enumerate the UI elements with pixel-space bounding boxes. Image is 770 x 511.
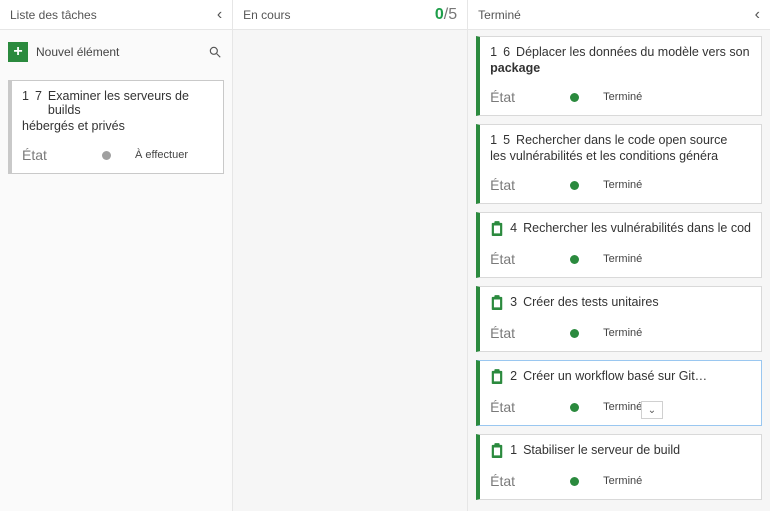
chevron-down-icon[interactable]: ⌄ <box>641 401 663 419</box>
card-index-2: 2 <box>510 369 517 383</box>
chevron-left-icon[interactable]: ‹ <box>217 6 222 24</box>
status-dot-icon <box>570 93 579 102</box>
done-cards: 1 6 Déplacer les données du modèle vers … <box>468 30 770 506</box>
task-card[interactable]: 1 6 Déplacer les données du modèle vers … <box>476 36 762 116</box>
card-index-2: 5 <box>503 133 510 147</box>
card-title: Créer un workflow basé sur Git… <box>523 369 707 383</box>
state-value: Terminé <box>603 475 642 487</box>
clipboard-icon <box>490 295 504 311</box>
card-title: Créer des tests unitaires <box>523 295 658 309</box>
state-value: Terminé <box>603 327 642 339</box>
status-dot-icon <box>570 255 579 264</box>
card-title: Examiner les serveurs de builds <box>48 89 213 117</box>
task-card[interactable]: 3 Créer des tests unitaires État Terminé <box>476 286 762 352</box>
column-todo-title: Liste des tâches <box>10 8 217 22</box>
inprogress-count: 0/5 <box>435 6 457 24</box>
card-index-2: 7 <box>35 89 42 103</box>
task-card[interactable]: 4 Rechercher les vulnérabilités dans le … <box>476 212 762 278</box>
column-inprogress-title: En cours <box>243 8 435 22</box>
task-card[interactable]: 1 Stabiliser le serveur de build État Te… <box>476 434 762 500</box>
card-title-line2: les vulnérabilités et les conditions gén… <box>490 149 751 163</box>
state-label: État <box>490 251 546 267</box>
card-index-2: 4 <box>510 221 517 235</box>
state-label: État <box>22 147 78 163</box>
card-title-line2: hébergés et privés <box>22 119 213 133</box>
column-done-header: Terminé ‹ <box>468 0 770 30</box>
task-card[interactable]: 2 Créer un workflow basé sur Git… État T… <box>476 360 762 426</box>
clipboard-icon <box>490 443 504 459</box>
card-index-1: 1 <box>490 45 497 59</box>
task-card[interactable]: 1 5 Rechercher dans le code open source … <box>476 124 762 204</box>
state-label: État <box>490 89 546 105</box>
card-title: Rechercher les vulnérabilités dans le co… <box>523 221 751 235</box>
state-value: Terminé <box>603 179 642 191</box>
column-done: Terminé ‹ 1 6 Déplacer les données du mo… <box>468 0 770 511</box>
card-index-1: 1 <box>22 89 29 103</box>
clipboard-icon <box>490 221 504 237</box>
task-card[interactable]: 1 7 Examiner les serveurs de builds hébe… <box>8 80 224 174</box>
card-title: Déplacer les données du modèle vers son <box>516 45 749 59</box>
state-value: Terminé <box>603 253 642 265</box>
column-done-title: Terminé <box>478 8 755 22</box>
status-dot-icon <box>570 477 579 486</box>
todo-cards: 1 7 Examiner les serveurs de builds hébe… <box>0 74 232 180</box>
state-value: Terminé <box>603 401 642 413</box>
status-dot-icon <box>102 151 111 160</box>
column-inprogress: En cours 0/5 <box>233 0 468 511</box>
state-label: État <box>490 325 546 341</box>
new-item-label: Nouvel élément <box>36 45 198 59</box>
card-index-2: 3 <box>510 295 517 309</box>
column-todo-header: Liste des tâches ‹ <box>0 0 232 30</box>
card-title-bold: package <box>490 61 751 75</box>
state-label: État <box>490 177 546 193</box>
plus-icon[interactable]: + <box>8 42 28 62</box>
state-label: État <box>490 473 546 489</box>
card-title: Rechercher dans le code open source <box>516 133 727 147</box>
status-dot-icon <box>570 329 579 338</box>
status-dot-icon <box>570 403 579 412</box>
state-value: À effectuer <box>135 149 188 161</box>
chevron-left-icon[interactable]: ‹ <box>755 6 760 24</box>
state-label: État <box>490 399 546 415</box>
new-item-row[interactable]: + Nouvel élément <box>0 30 232 74</box>
column-todo: Liste des tâches ‹ + Nouvel élément 1 7 … <box>0 0 233 511</box>
state-value: Terminé <box>603 91 642 103</box>
card-index-2: 6 <box>503 45 510 59</box>
card-title: Stabiliser le serveur de build <box>523 443 680 457</box>
clipboard-icon <box>490 369 504 385</box>
search-icon[interactable] <box>206 43 224 61</box>
card-index-2: 1 <box>510 443 517 457</box>
card-index-1: 1 <box>490 133 497 147</box>
status-dot-icon <box>570 181 579 190</box>
column-inprogress-header: En cours 0/5 <box>233 0 467 30</box>
